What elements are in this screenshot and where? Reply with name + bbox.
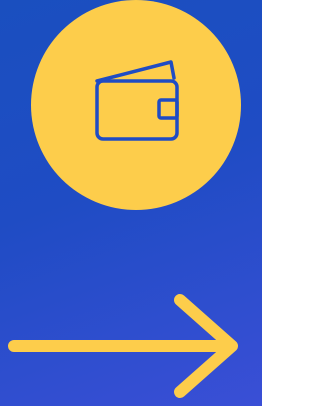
arrow-right-icon [8, 294, 238, 398]
illustration-canvas [0, 0, 262, 406]
wallet-icon [95, 60, 179, 141]
wallet-badge [31, 0, 241, 210]
